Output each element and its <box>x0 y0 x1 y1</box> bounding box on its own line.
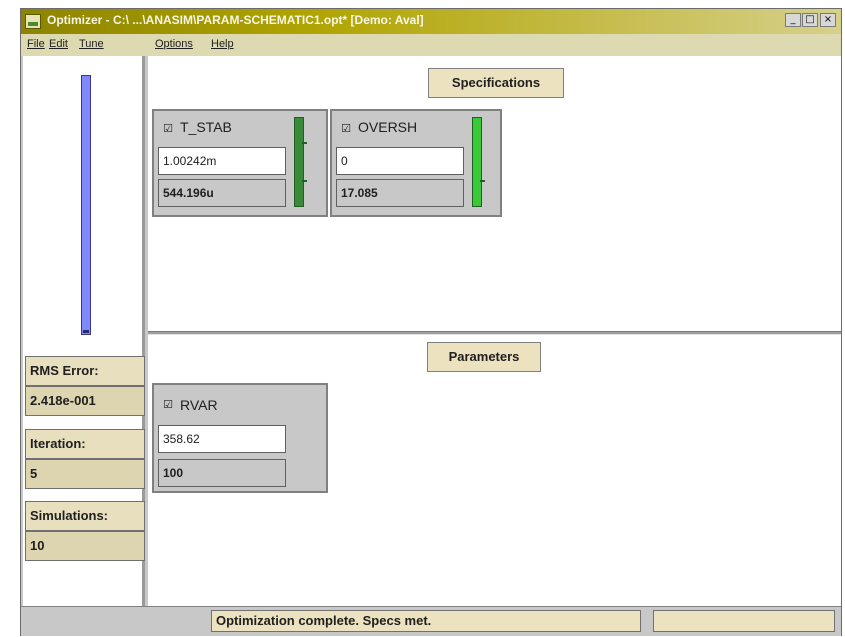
param-name: RVAR <box>180 397 218 413</box>
spec-card-oversh: ☑ OVERSH 0 17.085 <box>330 109 502 217</box>
menu-tune[interactable]: Tune <box>79 38 104 50</box>
checkbox-oversh[interactable]: ☑ <box>340 123 352 135</box>
spec-progress-bar <box>294 117 307 207</box>
checkbox-t-stab[interactable]: ☑ <box>162 123 174 135</box>
menu-help[interactable]: Help <box>211 38 234 50</box>
close-button[interactable]: × <box>820 13 836 27</box>
rms-error-label: RMS Error: <box>25 356 145 386</box>
spec-target-input[interactable]: 0 <box>336 147 464 175</box>
status-panel: RMS Error: 2.418e-001 Iteration: 5 Simul… <box>23 56 145 606</box>
status-secondary <box>653 610 835 632</box>
menu-file[interactable]: File <box>27 38 45 50</box>
menu-edit[interactable]: Edit <box>49 38 68 50</box>
spec-target-input[interactable]: 1.00242m <box>158 147 286 175</box>
title-bar[interactable]: Optimizer - C:\ ...\ANASIM\PARAM-SCHEMAT… <box>21 9 841 34</box>
spec-current-value: 544.196u <box>158 179 286 207</box>
window-title: Optimizer - C:\ ...\ANASIM\PARAM-SCHEMAT… <box>47 13 424 27</box>
app-icon[interactable] <box>25 14 41 29</box>
simulations-value: 10 <box>25 531 145 561</box>
status-message: Optimization complete. Specs met. <box>211 610 641 632</box>
param-card-rvar: ☑ RVAR 358.62 100 <box>152 383 328 493</box>
param-initial-value: 100 <box>158 459 286 487</box>
iteration-label: Iteration: <box>25 429 145 459</box>
status-bar: Optimization complete. Specs met. <box>21 606 841 636</box>
spec-name: OVERSH <box>358 119 418 135</box>
panel-divider[interactable] <box>148 331 841 335</box>
minimize-button[interactable]: _ <box>785 13 801 27</box>
parameters-title: Parameters <box>427 342 541 372</box>
checkbox-rvar[interactable]: ☑ <box>162 399 174 411</box>
menu-bar: File Edit Tune Options Help <box>21 34 841 56</box>
param-current-input[interactable]: 358.62 <box>158 425 286 453</box>
rms-error-bar <box>81 75 91 335</box>
spec-progress-bar <box>472 117 485 207</box>
optimizer-window: Optimizer - C:\ ...\ANASIM\PARAM-SCHEMAT… <box>20 8 842 636</box>
specifications-title: Specifications <box>428 68 564 98</box>
spec-name: T_STAB <box>180 119 232 135</box>
main-panel: Specifications ☑ T_STAB 1.00242m 544.196… <box>148 56 841 606</box>
iteration-value: 5 <box>25 459 145 489</box>
rms-error-value: 2.418e-001 <box>25 386 145 416</box>
spec-card-t-stab: ☑ T_STAB 1.00242m 544.196u <box>152 109 328 217</box>
menu-options[interactable]: Options <box>155 38 193 50</box>
maximize-button[interactable]: □ <box>802 13 818 27</box>
spec-current-value: 17.085 <box>336 179 464 207</box>
simulations-label: Simulations: <box>25 501 145 531</box>
